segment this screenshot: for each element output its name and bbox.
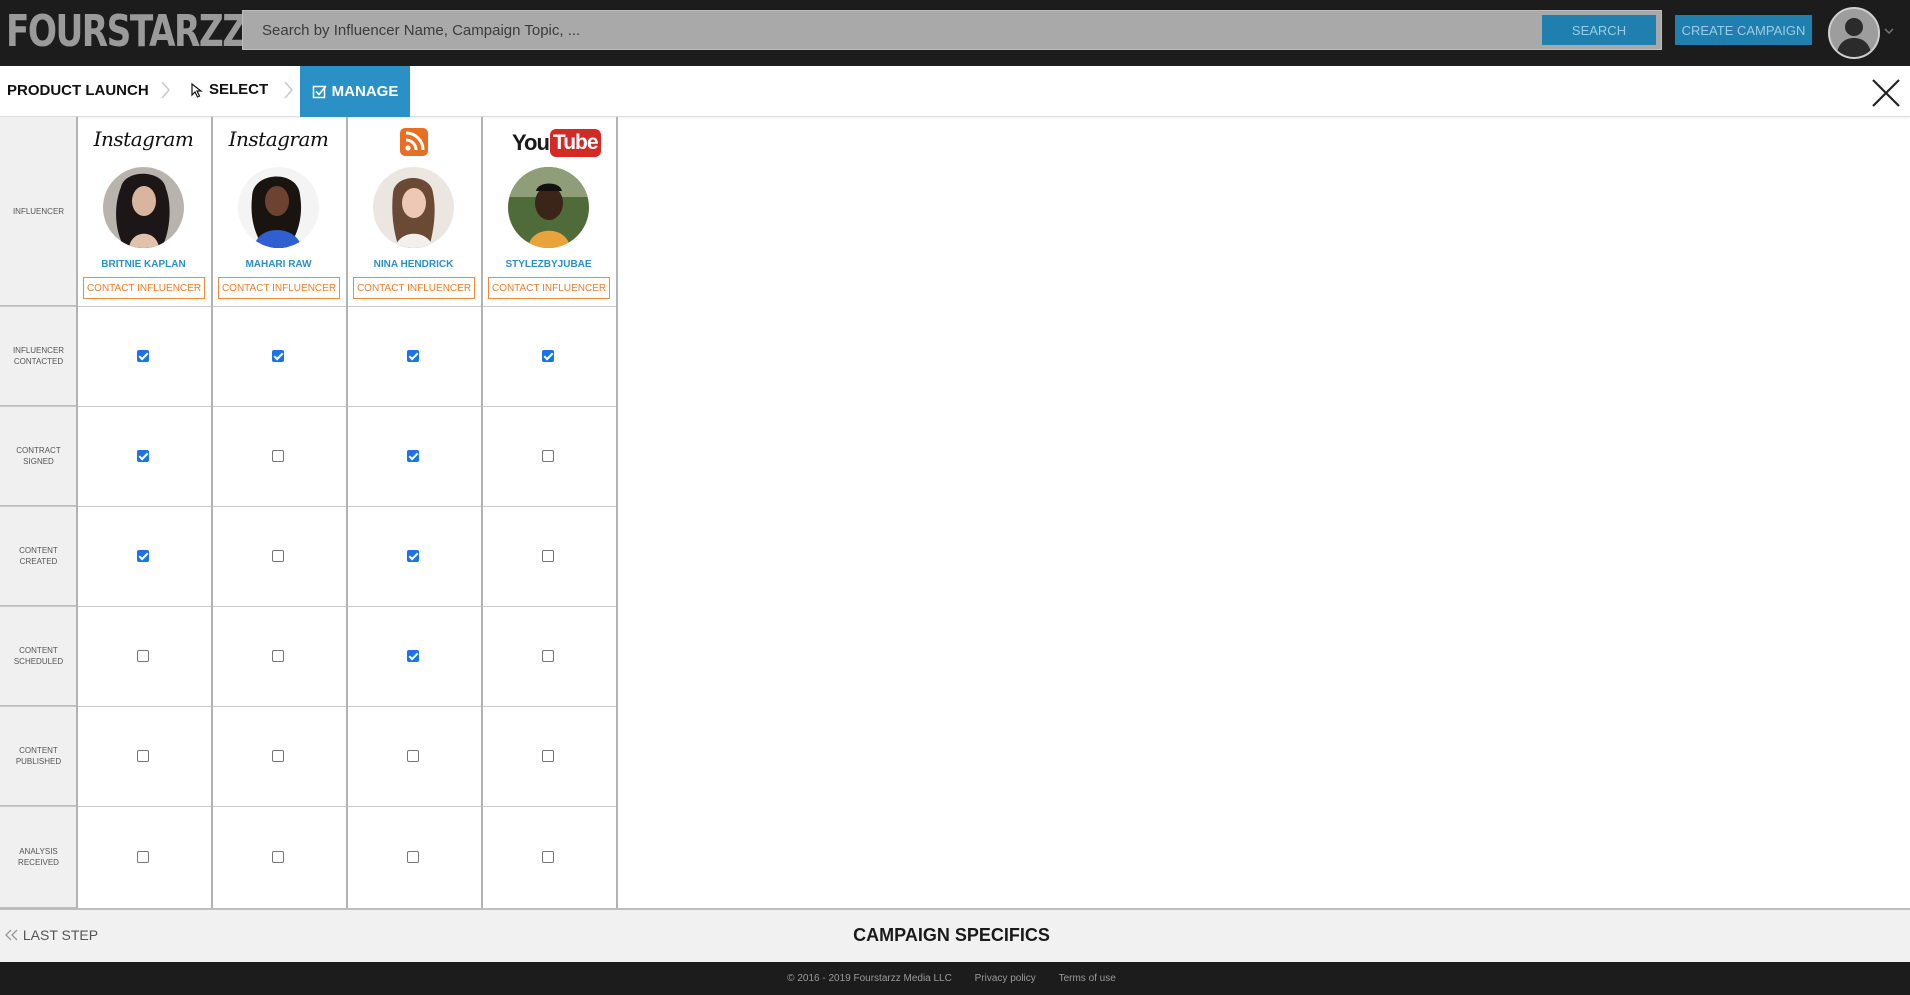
influencer-name[interactable]: MAHARI RAW bbox=[212, 259, 345, 270]
status-checkbox[interactable] bbox=[542, 550, 554, 562]
row-label: ANALYSIS RECEIVED bbox=[0, 806, 77, 908]
row-label: INFLUENCER CONTACTED bbox=[0, 306, 77, 406]
status-checkbox[interactable] bbox=[137, 650, 149, 662]
row-label: CONTENT SCHEDULED bbox=[0, 606, 77, 706]
page-footer: © 2016 - 2019 Fourstarzz Media LLC Priva… bbox=[0, 962, 1910, 995]
row-divider bbox=[0, 506, 617, 507]
status-checkbox[interactable] bbox=[407, 650, 419, 662]
create-campaign-button[interactable]: CREATE CAMPAIGN bbox=[1675, 15, 1812, 45]
status-checkbox[interactable] bbox=[137, 750, 149, 762]
row-divider bbox=[0, 606, 617, 607]
status-checkbox[interactable] bbox=[272, 851, 284, 863]
influencer-name[interactable]: STYLEZBYJUBAE bbox=[482, 259, 615, 270]
search-box: SEARCH bbox=[242, 10, 1662, 50]
step-manage-label: MANAGE bbox=[331, 83, 399, 100]
status-checkbox[interactable] bbox=[542, 750, 554, 762]
status-checkbox[interactable] bbox=[272, 550, 284, 562]
breadcrumb: PRODUCT LAUNCH SELECT MANAGE bbox=[0, 66, 1910, 117]
status-checkbox[interactable] bbox=[272, 450, 284, 462]
influencer-name[interactable]: NINA HENDRICK bbox=[347, 259, 480, 270]
contact-influencer-button[interactable]: CONTACT INFLUENCER bbox=[218, 277, 340, 299]
cursor-icon bbox=[191, 82, 203, 98]
contact-influencer-button[interactable]: CONTACT INFLUENCER bbox=[353, 277, 475, 299]
status-checkbox[interactable] bbox=[407, 550, 419, 562]
status-checkbox[interactable] bbox=[137, 851, 149, 863]
influencer-photo[interactable] bbox=[508, 167, 589, 248]
copyright-text: © 2016 - 2019 Fourstarzz Media LLC bbox=[787, 973, 952, 984]
status-checkbox[interactable] bbox=[407, 350, 419, 362]
row-divider bbox=[0, 306, 617, 307]
contact-influencer-button[interactable]: CONTACT INFLUENCER bbox=[83, 277, 205, 299]
status-checkbox[interactable] bbox=[272, 350, 284, 362]
terms-link[interactable]: Terms of use bbox=[1059, 973, 1116, 984]
row-divider bbox=[0, 806, 617, 807]
checkbox-icon bbox=[312, 85, 327, 99]
row-label: CONTRACT SIGNED bbox=[0, 406, 77, 506]
user-avatar-icon[interactable] bbox=[1828, 7, 1880, 59]
row-label: INFLUENCER bbox=[0, 117, 77, 306]
chevron-right-icon bbox=[283, 79, 295, 107]
status-checkbox[interactable] bbox=[137, 550, 149, 562]
row-divider bbox=[0, 706, 617, 707]
status-checkbox[interactable] bbox=[407, 450, 419, 462]
influencer-column: You Tube STYLEZBYJUBAE CONTACT INFLUENCER bbox=[482, 117, 615, 306]
step-select[interactable]: SELECT bbox=[189, 81, 268, 98]
status-checkbox[interactable] bbox=[542, 450, 554, 462]
step-navigation: LAST STEP CAMPAIGN SPECIFICS bbox=[0, 908, 1910, 962]
campaign-title: PRODUCT LAUNCH bbox=[7, 82, 149, 99]
logo[interactable]: FOURSTARZZ bbox=[6, 8, 247, 56]
step-manage[interactable]: MANAGE bbox=[300, 66, 410, 117]
instagram-logo: Instagram bbox=[228, 127, 329, 151]
row-label: CONTENT PUBLISHED bbox=[0, 706, 77, 806]
youtube-logo-you: You bbox=[512, 130, 550, 155]
status-checkbox[interactable] bbox=[542, 851, 554, 863]
influencer-photo[interactable] bbox=[373, 167, 454, 248]
status-checkbox[interactable] bbox=[542, 650, 554, 662]
status-checkbox[interactable] bbox=[407, 750, 419, 762]
influencer-name[interactable]: BRITNIE KAPLAN bbox=[77, 259, 210, 270]
close-icon[interactable] bbox=[1870, 77, 1902, 109]
youtube-logo-tube: Tube bbox=[549, 129, 601, 157]
rss-icon bbox=[400, 128, 428, 156]
influencer-column: NINA HENDRICK CONTACT INFLUENCER bbox=[347, 117, 480, 306]
step-select-label: SELECT bbox=[209, 81, 269, 98]
status-checkbox[interactable] bbox=[542, 350, 554, 362]
top-bar: FOURSTARZZ SEARCH CREATE CAMPAIGN bbox=[0, 0, 1910, 66]
status-checkbox[interactable] bbox=[137, 450, 149, 462]
row-label: CONTENT CREATED bbox=[0, 506, 77, 606]
status-checkbox[interactable] bbox=[272, 650, 284, 662]
status-checkbox[interactable] bbox=[407, 851, 419, 863]
instagram-logo: Instagram bbox=[93, 127, 194, 151]
influencer-column: Instagram BRITNIE KAPLAN CONTACT INFLUENCE… bbox=[77, 117, 210, 306]
youtube-logo: You Tube bbox=[512, 127, 601, 159]
search-button[interactable]: SEARCH bbox=[1542, 15, 1656, 45]
search-input[interactable] bbox=[243, 11, 1538, 49]
influencer-photo[interactable] bbox=[238, 167, 319, 248]
row-divider bbox=[0, 406, 617, 407]
chevron-down-icon[interactable] bbox=[1883, 25, 1897, 39]
privacy-link[interactable]: Privacy policy bbox=[975, 973, 1036, 984]
status-checkbox[interactable] bbox=[272, 750, 284, 762]
chevron-right-icon bbox=[160, 79, 172, 107]
influencer-photo[interactable] bbox=[103, 167, 184, 248]
status-checkbox[interactable] bbox=[137, 350, 149, 362]
contact-influencer-button[interactable]: CONTACT INFLUENCER bbox=[488, 277, 610, 299]
next-step-button[interactable]: CAMPAIGN SPECIFICS bbox=[0, 925, 1903, 946]
column-divider bbox=[616, 117, 618, 908]
influencer-column: Instagram MAHARI RAW CONTACT INFLUENCER bbox=[212, 117, 345, 306]
